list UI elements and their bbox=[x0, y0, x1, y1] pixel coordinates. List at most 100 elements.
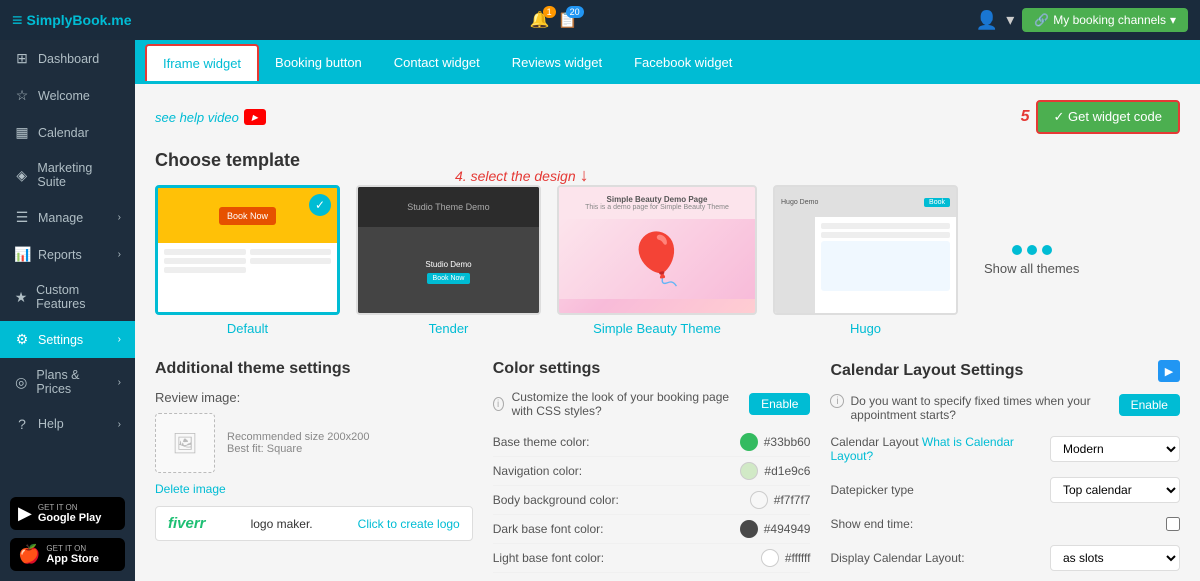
thumb-title-beauty: Simple Beauty Demo Page bbox=[567, 195, 747, 204]
sidebar-nav: ⊞ Dashboard ☆ Welcome ▦ Calendar ◈ Marke… bbox=[0, 40, 135, 442]
plans-icon: ◎ bbox=[14, 374, 28, 391]
logo-icon: ≡ bbox=[12, 10, 23, 31]
thumb-line1 bbox=[164, 249, 246, 255]
fiverr-logo: fiverr bbox=[168, 515, 206, 532]
cal-datepicker-label: Datepicker type bbox=[830, 483, 1050, 497]
sidebar-label-settings: Settings bbox=[38, 333, 83, 347]
sidebar-item-marketing[interactable]: ◈ Marketing Suite bbox=[0, 151, 135, 199]
tab-facebook-label: Facebook widget bbox=[634, 55, 732, 70]
additional-settings-section: Additional theme settings Review image: … bbox=[155, 360, 473, 580]
app-store-btn[interactable]: 🍎 GET IT ON App Store bbox=[10, 538, 125, 571]
calendar-question-text: Do you want to specify fixed times when … bbox=[850, 394, 1112, 422]
css-hint-text: Customize the look of your booking page … bbox=[512, 390, 742, 418]
color-label-light: Light base font color: bbox=[493, 551, 604, 565]
help-video-link[interactable]: see help video ▶ bbox=[155, 109, 266, 125]
tab-contact[interactable]: Contact widget bbox=[378, 45, 496, 80]
image-upload-box: 🖼 Recommended size 200x200 Best fit: Squ… bbox=[155, 413, 473, 473]
template-name-hugo: Hugo bbox=[773, 321, 958, 336]
fiverr-cta-link[interactable]: Click to create logo bbox=[358, 517, 460, 531]
my-booking-btn[interactable]: 🔗 My booking channels ▾ bbox=[1022, 8, 1188, 32]
topbar-left: ≡ SimplyBook.me bbox=[12, 10, 132, 31]
template-tender[interactable]: Studio Theme Demo Studio Demo Book Now T… bbox=[356, 185, 541, 336]
color-row-body: Body background color: #f7f7f7 bbox=[493, 486, 811, 515]
thumb-header-beauty: Simple Beauty Demo Page This is a demo p… bbox=[559, 187, 755, 219]
sidebar-item-calendar[interactable]: ▦ Calendar bbox=[0, 114, 135, 151]
templates-row: Book Now bbox=[155, 185, 1180, 336]
color-label-base: Base theme color: bbox=[493, 435, 590, 449]
image-placeholder[interactable]: 🖼 bbox=[155, 413, 215, 473]
tab-bar: Iframe widget Booking button Contact wid… bbox=[135, 40, 1200, 84]
color-value-body: #f7f7f7 bbox=[774, 493, 811, 507]
delete-image-link[interactable]: Delete image bbox=[155, 482, 226, 496]
color-swatch-body[interactable]: #f7f7f7 bbox=[750, 491, 811, 509]
recommended-size: Recommended size 200x200 bbox=[227, 431, 369, 443]
cal-display-select[interactable]: as slots as list as grid bbox=[1050, 545, 1180, 571]
user-icon[interactable]: 👤 bbox=[976, 10, 998, 31]
tab-iframe[interactable]: Iframe widget bbox=[145, 44, 259, 81]
tab-facebook[interactable]: Facebook widget bbox=[618, 45, 748, 80]
sidebar-label-welcome: Welcome bbox=[38, 89, 90, 103]
thumb-line3 bbox=[164, 267, 246, 273]
tab-booking-btn[interactable]: Booking button bbox=[259, 45, 378, 80]
best-fit: Best fit: Square bbox=[227, 443, 369, 455]
color-swatch-dark[interactable]: #494949 bbox=[740, 520, 811, 538]
message-btn[interactable]: 📋 20 bbox=[558, 10, 578, 30]
sidebar-label-marketing: Marketing Suite bbox=[37, 161, 121, 189]
tab-reviews-label: Reviews widget bbox=[512, 55, 602, 70]
calendar-question-row: i Do you want to specify fixed times whe… bbox=[830, 394, 1180, 422]
sidebar-item-welcome[interactable]: ☆ Welcome bbox=[0, 77, 135, 114]
google-play-name: Google Play bbox=[38, 512, 102, 524]
cal-datepicker-select[interactable]: Top calendar Side calendar bbox=[1050, 477, 1180, 503]
template-hugo[interactable]: Hugo Demo Book bbox=[773, 185, 958, 336]
color-label-dark: Dark base font color: bbox=[493, 522, 604, 536]
color-swatch-base[interactable]: #33bb60 bbox=[740, 433, 811, 451]
thumb-line2 bbox=[164, 258, 246, 264]
color-swatch-nav[interactable]: #d1e9c6 bbox=[740, 462, 810, 480]
thumb-line5 bbox=[250, 258, 332, 264]
sidebar-item-reports[interactable]: 📊 Reports › bbox=[0, 236, 135, 273]
sidebar-item-help[interactable]: ? Help › bbox=[0, 406, 135, 442]
show-all-themes[interactable]: Show all themes bbox=[984, 245, 1079, 276]
sidebar-item-custom[interactable]: ★ Custom Features bbox=[0, 273, 135, 321]
get-widget-btn[interactable]: ✓ Get widget code bbox=[1036, 100, 1180, 134]
color-label-body: Body background color: bbox=[493, 493, 619, 507]
calendar-video-btn[interactable]: ▶ bbox=[1158, 360, 1180, 382]
sidebar-label-calendar: Calendar bbox=[38, 126, 89, 140]
dot-2 bbox=[1027, 245, 1037, 255]
thumb-rows-default bbox=[164, 249, 331, 273]
template-beauty[interactable]: Simple Beauty Demo Page This is a demo p… bbox=[557, 185, 757, 336]
google-play-btn[interactable]: ▶ GET IT ON Google Play bbox=[10, 497, 125, 530]
sidebar-label-reports: Reports bbox=[38, 248, 82, 262]
sidebar-item-dashboard[interactable]: ⊞ Dashboard bbox=[0, 40, 135, 77]
tab-contact-label: Contact widget bbox=[394, 55, 480, 70]
css-enable-btn[interactable]: Enable bbox=[749, 393, 810, 415]
sidebar-label-plans: Plans & Prices bbox=[36, 368, 109, 396]
thumb-col1 bbox=[164, 249, 246, 273]
dropdown-icon[interactable]: ▾ bbox=[1006, 10, 1014, 30]
cal-endtime-checkbox[interactable] bbox=[1166, 517, 1180, 531]
cal-layout-link[interactable]: What is Calendar Layout? bbox=[830, 435, 1013, 463]
template-default[interactable]: Book Now bbox=[155, 185, 340, 336]
cal-layout-select[interactable]: Modern Classic bbox=[1050, 436, 1180, 462]
sidebar-item-settings[interactable]: ⚙ Settings › bbox=[0, 321, 135, 358]
settings-icon: ⚙ bbox=[14, 331, 30, 348]
tab-reviews[interactable]: Reviews widget bbox=[496, 45, 618, 80]
swatch-body bbox=[750, 491, 768, 509]
color-label-nav: Navigation color: bbox=[493, 464, 582, 478]
color-value-light: #ffffff bbox=[785, 551, 811, 565]
play-btn-icon[interactable]: ▶ bbox=[244, 109, 266, 125]
help-arrow: › bbox=[118, 419, 121, 430]
color-value-nav: #d1e9c6 bbox=[764, 464, 810, 478]
thumb-line4 bbox=[250, 249, 332, 255]
topbar: ≡ SimplyBook.me 🔔 1 📋 20 👤 ▾ 🔗 My bookin… bbox=[0, 0, 1200, 40]
cal-enable-btn[interactable]: Enable bbox=[1119, 394, 1180, 416]
color-row-dark: Dark base font color: #494949 bbox=[493, 515, 811, 544]
hugo-line1 bbox=[821, 223, 950, 229]
color-swatch-light[interactable]: #ffffff bbox=[761, 549, 811, 567]
notification-btn[interactable]: 🔔 1 bbox=[530, 10, 550, 30]
color-settings-title: Color settings bbox=[493, 360, 811, 378]
calendar-section: Calendar Layout Settings ▶ i Do you want… bbox=[830, 360, 1180, 580]
cal-layout-label: Calendar Layout What is Calendar Layout? bbox=[830, 435, 1050, 463]
sidebar-item-plans[interactable]: ◎ Plans & Prices › bbox=[0, 358, 135, 406]
sidebar-item-manage[interactable]: ☰ Manage › bbox=[0, 199, 135, 236]
